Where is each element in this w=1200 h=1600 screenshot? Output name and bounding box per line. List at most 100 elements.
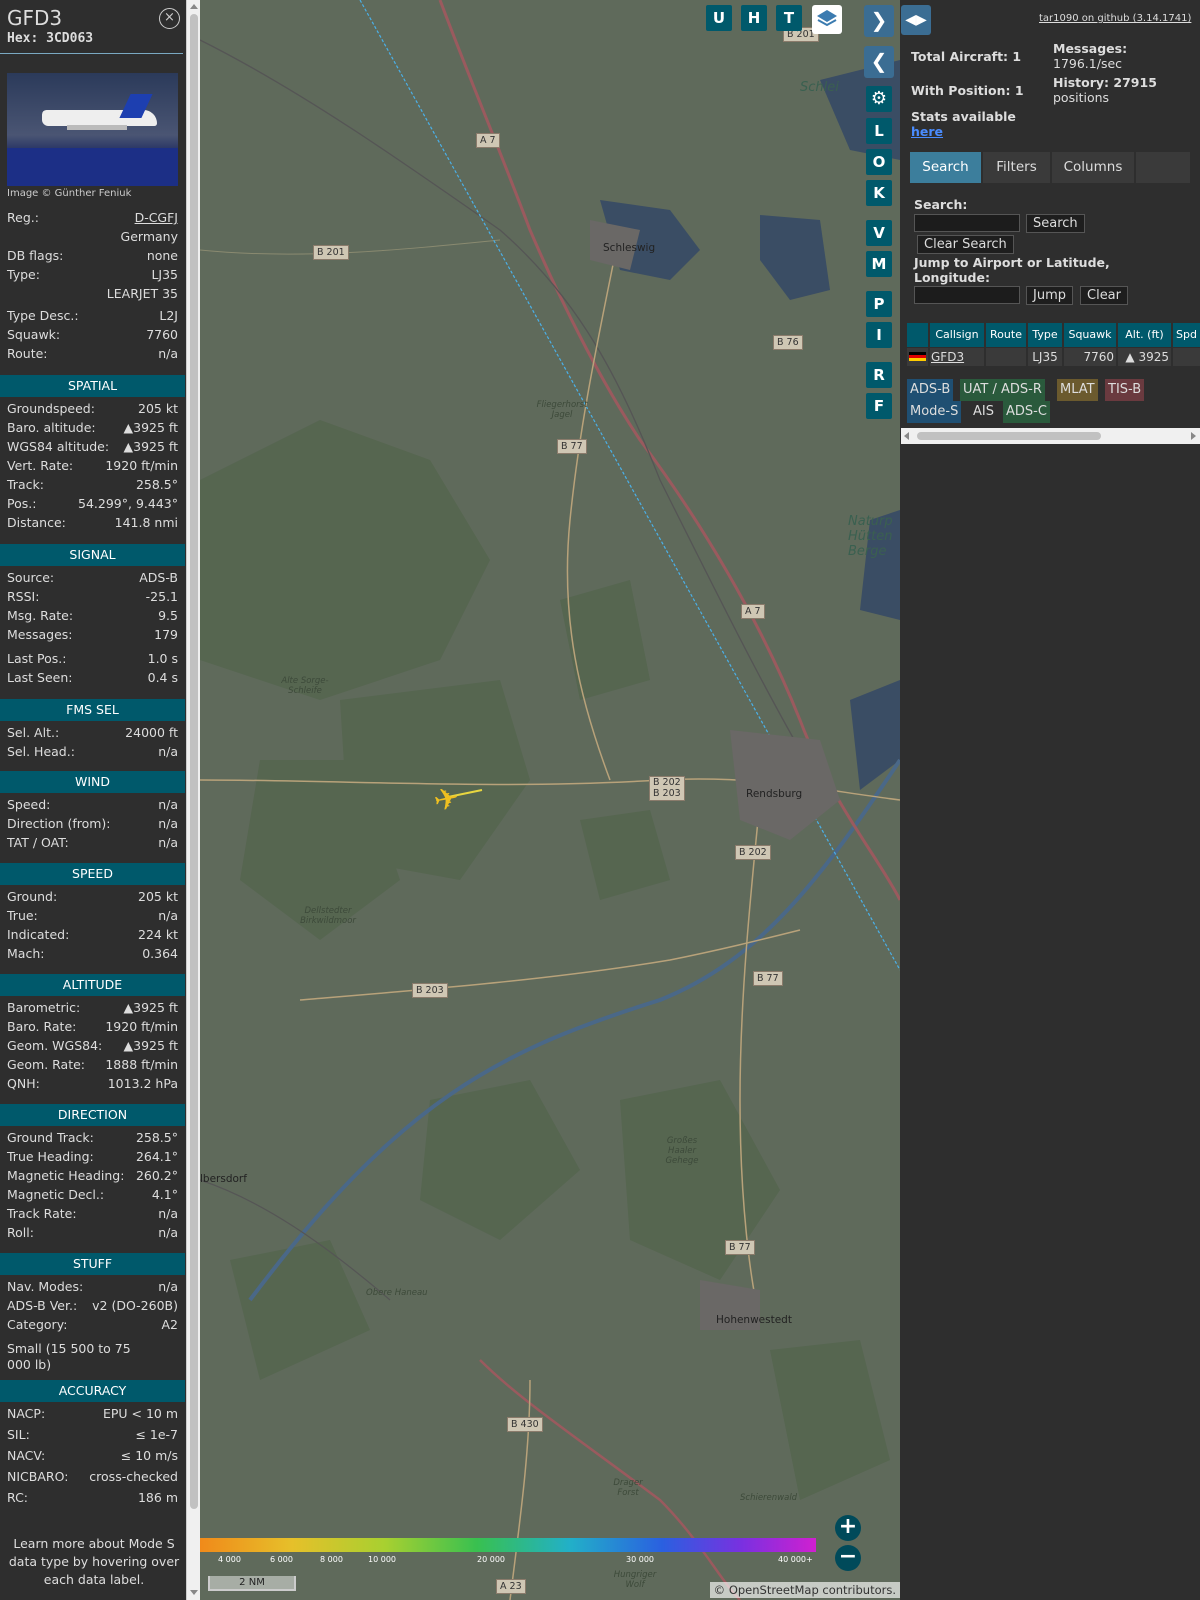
altitude-label[interactable]: Barometric:: [7, 1000, 80, 1015]
spatial-label[interactable]: Vert. Rate:: [7, 458, 73, 473]
table-header[interactable]: Squawk: [1064, 323, 1116, 347]
table-header[interactable]: Spd: [1173, 323, 1200, 347]
stuff-label[interactable]: ADS-B Ver.:: [7, 1298, 77, 1313]
accuracy-label[interactable]: SIL:: [7, 1427, 30, 1442]
accuracy-label[interactable]: NACP:: [7, 1406, 45, 1421]
direction-value: n/a: [158, 1225, 178, 1240]
chevron-right-icon[interactable]: ❯: [864, 5, 894, 37]
section-accuracy: ACCURACY: [0, 1380, 185, 1402]
panel-toggle-icon[interactable]: ◀▶: [901, 5, 931, 35]
fms-label[interactable]: Sel. Alt.:: [7, 725, 59, 740]
zoom-out-icon[interactable]: −: [835, 1545, 861, 1571]
tab-columns[interactable]: Columns: [1052, 152, 1134, 183]
jump-input[interactable]: [914, 286, 1020, 304]
road-shield: B 201: [313, 245, 349, 260]
map-button-v[interactable]: V: [866, 220, 892, 246]
accuracy-label[interactable]: NICBARO:: [7, 1469, 68, 1484]
speed-label[interactable]: Ground:: [7, 889, 57, 904]
osm-link[interactable]: OpenStreetMap: [729, 1583, 819, 1597]
typedesc-value: L2J: [159, 308, 178, 323]
spatial-label[interactable]: Pos.:: [7, 496, 36, 511]
accuracy-label[interactable]: RC:: [7, 1490, 28, 1505]
aircraft-info-panel: GFD3 Hex: 3CD063 × Image © Günther Feniu…: [0, 0, 186, 1600]
map-button-o[interactable]: O: [866, 149, 892, 175]
zoom-in-icon[interactable]: +: [835, 1515, 861, 1541]
table-scrollbar[interactable]: [901, 428, 1200, 444]
spatial-label[interactable]: Track:: [7, 477, 44, 492]
direction-label[interactable]: Track Rate:: [7, 1206, 77, 1221]
spatial-label[interactable]: Groundspeed:: [7, 401, 95, 416]
map-button-u[interactable]: U: [706, 5, 732, 31]
reg-link[interactable]: D-CGFJ: [135, 210, 178, 225]
search-input[interactable]: [914, 214, 1020, 232]
table-cell-squawk: 7760: [1064, 348, 1116, 366]
place-label: Schlei: [800, 80, 839, 95]
table-header[interactable]: Callsign: [930, 323, 984, 347]
wind-label[interactable]: TAT / OAT:: [7, 835, 69, 850]
info-scrollbar[interactable]: [186, 0, 200, 1600]
altitude-label[interactable]: Baro. Rate:: [7, 1019, 76, 1034]
spatial-label[interactable]: WGS84 altitude:: [7, 439, 109, 454]
github-link[interactable]: tar1090 on github (3.14.1741): [1039, 13, 1191, 24]
altitude-label[interactable]: QNH:: [7, 1076, 40, 1091]
spatial-label[interactable]: Baro. altitude:: [7, 420, 96, 435]
close-icon[interactable]: ×: [159, 8, 180, 29]
table-cell-callsign[interactable]: GFD3: [930, 348, 984, 366]
map-button-h[interactable]: H: [741, 5, 767, 31]
direction-label[interactable]: True Heading:: [7, 1149, 94, 1164]
speed-label[interactable]: True:: [7, 908, 38, 923]
map-button-p[interactable]: P: [866, 291, 892, 317]
table-header[interactable]: Route: [986, 323, 1026, 347]
wind-label[interactable]: Speed:: [7, 797, 50, 812]
layers-icon[interactable]: [812, 5, 842, 34]
direction-label[interactable]: Magnetic Decl.:: [7, 1187, 104, 1202]
map-button-r[interactable]: R: [866, 362, 892, 388]
signal-label[interactable]: Messages:: [7, 627, 73, 642]
speed-label[interactable]: Indicated:: [7, 927, 69, 942]
stuff-label[interactable]: Category:: [7, 1317, 67, 1332]
gear-icon[interactable]: ⚙: [866, 86, 892, 112]
wind-label[interactable]: Direction (from):: [7, 816, 111, 831]
jump-button[interactable]: Jump: [1026, 286, 1073, 305]
accuracy-label[interactable]: NACV:: [7, 1448, 45, 1463]
aircraft-photo[interactable]: [7, 73, 178, 186]
table-cell-spd: [1173, 348, 1200, 366]
search-button[interactable]: Search: [1026, 214, 1085, 233]
tab-search[interactable]: Search: [910, 152, 981, 183]
aircraft-marker-icon[interactable]: ✈: [431, 780, 467, 819]
map-attribution: © OpenStreetMap contributors.: [709, 1582, 900, 1598]
table-header[interactable]: Type: [1028, 323, 1062, 347]
map-button-i[interactable]: I: [866, 322, 892, 348]
signal-label[interactable]: Last Seen:: [7, 670, 72, 685]
signal-label[interactable]: Last Pos.:: [7, 651, 66, 666]
signal-label[interactable]: Msg. Rate:: [7, 608, 73, 623]
table-header[interactable]: Alt. (ft): [1118, 323, 1171, 347]
speed-label[interactable]: Mach:: [7, 946, 44, 961]
spatial-label[interactable]: Distance:: [7, 515, 66, 530]
map-button-t[interactable]: T: [776, 5, 802, 31]
clear-search-button[interactable]: Clear Search: [917, 235, 1014, 254]
altitude-value: ▲3925 ft: [123, 1000, 178, 1015]
spatial-value: 258.5°: [135, 477, 178, 492]
altitude-label[interactable]: Geom. Rate:: [7, 1057, 85, 1072]
chevron-left-icon[interactable]: ❮: [864, 46, 894, 78]
direction-label[interactable]: Roll:: [7, 1225, 34, 1240]
altitude-label[interactable]: Geom. WGS84:: [7, 1038, 102, 1053]
map-view[interactable]: ✈ Schleswig Rendsburg Hohenwestedt Schle…: [200, 0, 900, 1600]
signal-label[interactable]: Source:: [7, 570, 54, 585]
direction-label[interactable]: Magnetic Heading:: [7, 1168, 124, 1183]
map-button-l[interactable]: L: [866, 118, 892, 144]
place-label: Alte Sorge-Schleife: [281, 676, 329, 696]
dbflags-label: DB flags:: [7, 248, 64, 263]
stats-link[interactable]: here: [911, 124, 943, 139]
map-button-m[interactable]: M: [866, 251, 892, 277]
clear-button[interactable]: Clear: [1080, 286, 1128, 305]
map-button-k[interactable]: K: [866, 180, 892, 206]
map-button-f[interactable]: F: [866, 393, 892, 419]
tab-filters[interactable]: Filters: [983, 152, 1050, 183]
signal-label[interactable]: RSSI:: [7, 589, 39, 604]
dbflags-value: none: [146, 248, 178, 263]
direction-label[interactable]: Ground Track:: [7, 1130, 94, 1145]
fms-label[interactable]: Sel. Head.:: [7, 744, 75, 759]
stuff-label[interactable]: Nav. Modes:: [7, 1279, 83, 1294]
